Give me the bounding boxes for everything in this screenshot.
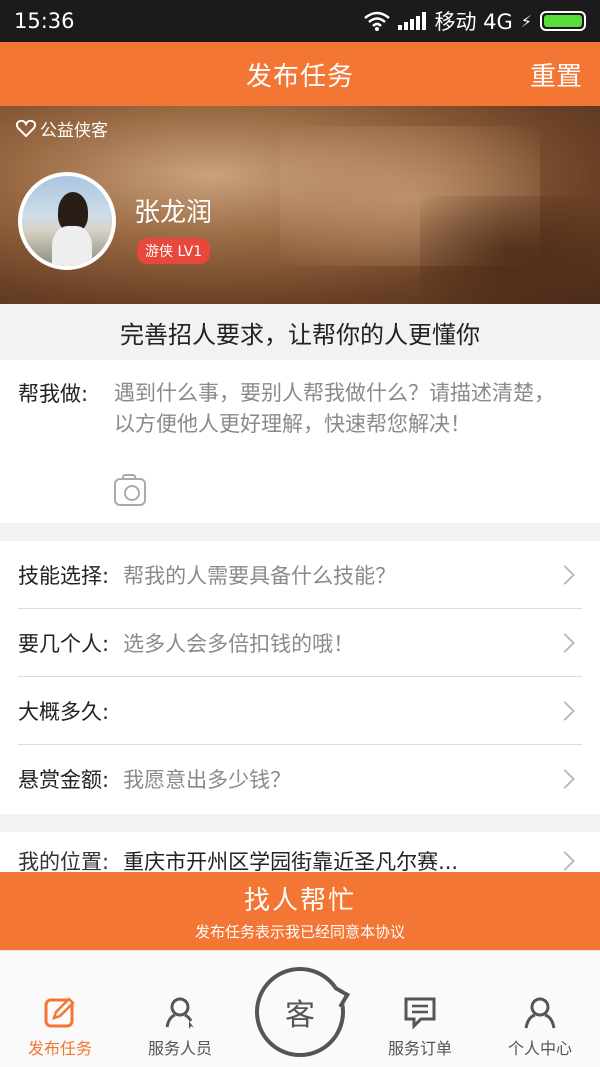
row-label: 大概多久: bbox=[18, 699, 110, 724]
task-description-card: 帮我做: 遇到什么事，要别人帮我做什么？请描述清楚，以方便他人更好理解，快速帮您… bbox=[0, 360, 600, 523]
page-title: 发布任务 bbox=[245, 61, 354, 92]
location-row[interactable]: 我的位置: 重庆市开州区学园街靠近圣凡尔赛... bbox=[0, 832, 600, 872]
avatar[interactable] bbox=[18, 172, 116, 270]
task-form: 技能选择: 帮我的人需要具备什么技能？ 要几个人: 选多人会多倍扣钱的哦！ 大概… bbox=[0, 541, 600, 814]
customer-center-button[interactable]: 客 bbox=[255, 967, 345, 1057]
battery-icon bbox=[540, 11, 586, 31]
charging-icon: ⚡ bbox=[520, 11, 532, 31]
find-help-button[interactable]: 找人帮忙 发布任务表示我已经同意本协议 bbox=[0, 872, 600, 950]
agreement-note: 发布任务表示我已经同意本协议 bbox=[194, 923, 405, 941]
row-label: 技能选择: bbox=[18, 563, 110, 588]
title-bar: 发布任务 重置 bbox=[0, 42, 600, 106]
row-label: 要几个人: bbox=[18, 631, 110, 656]
row-value: 我愿意出多少钱？ bbox=[123, 768, 292, 792]
skill-select-row[interactable]: 技能选择: 帮我的人需要具备什么技能？ bbox=[18, 541, 582, 609]
duration-row[interactable]: 大概多久: bbox=[18, 677, 582, 745]
chat-icon bbox=[404, 997, 436, 1029]
camera-icon[interactable] bbox=[114, 474, 146, 506]
tab-service-staff[interactable]: 服务人员 bbox=[120, 995, 240, 1059]
tab-publish-task[interactable]: 发布任务 bbox=[0, 995, 120, 1059]
tab-label: 个人中心 bbox=[507, 1039, 572, 1058]
chevron-right-icon bbox=[555, 632, 575, 653]
location-value: 重庆市开州区学园街靠近圣凡尔赛... bbox=[123, 850, 459, 872]
chevron-right-icon bbox=[555, 700, 575, 721]
find-help-label: 找人帮忙 bbox=[243, 886, 356, 916]
chevron-right-icon bbox=[555, 769, 575, 789]
row-label: 悬赏金额: bbox=[18, 768, 110, 792]
tab-personal-center[interactable]: 个人中心 bbox=[480, 995, 600, 1059]
chevron-right-icon bbox=[555, 564, 575, 585]
public-welfare-tag: 公益侠客 bbox=[16, 116, 108, 141]
heart-handshake-icon bbox=[16, 119, 36, 137]
task-description-input[interactable]: 遇到什么事，要别人帮我做什么？请描述清楚，以方便他人更好理解，快速帮您解决！ bbox=[114, 378, 574, 440]
edit-icon bbox=[44, 997, 75, 1028]
center-tab-label: 客 bbox=[285, 998, 315, 1033]
wifi-icon bbox=[364, 11, 391, 31]
tab-service-orders[interactable]: 服务订单 bbox=[360, 995, 480, 1059]
row-value: 选多人会多倍扣钱的哦！ bbox=[123, 631, 355, 656]
carrier-label: 移动 4G bbox=[434, 10, 513, 34]
status-indicators: 移动 4G ⚡ bbox=[364, 6, 586, 36]
tab-label: 服务订单 bbox=[387, 1039, 452, 1058]
level-badge: 游侠 LV1 bbox=[137, 238, 211, 264]
person-search-icon bbox=[165, 997, 194, 1029]
chevron-right-icon bbox=[555, 851, 575, 871]
location-label: 我的位置: bbox=[18, 850, 110, 872]
public-welfare-label: 公益侠客 bbox=[40, 121, 108, 141]
task-label: 帮我做: bbox=[18, 382, 89, 406]
tab-label: 发布任务 bbox=[27, 1039, 92, 1058]
signal-icon bbox=[398, 12, 427, 30]
status-time: 15:36 bbox=[14, 9, 75, 33]
people-count-row[interactable]: 要几个人: 选多人会多倍扣钱的哦！ bbox=[18, 609, 582, 677]
person-icon bbox=[524, 997, 556, 1029]
reset-button[interactable]: 重置 bbox=[530, 56, 582, 93]
row-value: 帮我的人需要具备什么技能？ bbox=[123, 563, 397, 588]
slogan: 完善招人要求，让帮你的人更懂你 bbox=[0, 304, 600, 360]
reward-amount-row[interactable]: 悬赏金额: 我愿意出多少钱？ bbox=[18, 745, 582, 813]
status-bar: 15:36 移动 4G ⚡ bbox=[0, 0, 600, 42]
profile-banner: 公益侠客 张龙润 游侠 LV1 bbox=[0, 106, 600, 304]
user-name: 张龙润 bbox=[134, 198, 213, 228]
tab-label: 服务人员 bbox=[147, 1039, 212, 1058]
bottom-tab-bar: 发布任务 服务人员 客 服务订单 个人中心 bbox=[0, 950, 600, 1067]
